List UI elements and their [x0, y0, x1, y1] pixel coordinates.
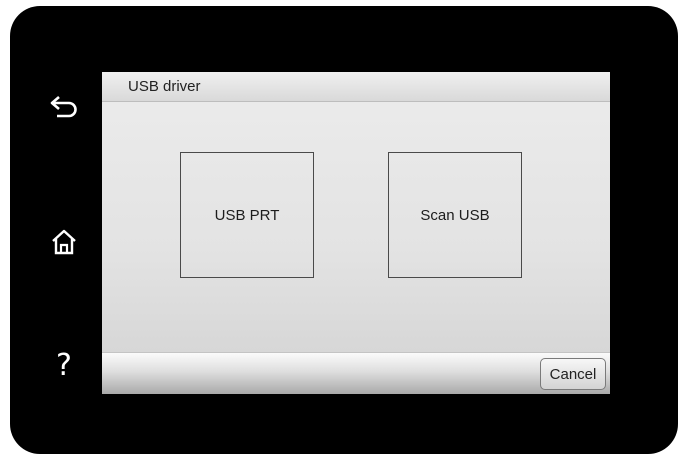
screen-header: USB driver — [102, 72, 610, 102]
question-mark-icon: ? — [56, 348, 72, 383]
usb-prt-label: USB PRT — [214, 206, 280, 224]
back-button[interactable] — [38, 82, 90, 134]
scan-usb-label: Scan USB — [420, 206, 490, 224]
screen-title: USB driver — [128, 78, 201, 95]
home-icon — [51, 229, 77, 255]
usb-prt-button[interactable]: USB PRT — [180, 152, 314, 278]
help-button[interactable]: ? — [38, 340, 90, 392]
cancel-button[interactable]: Cancel — [540, 358, 606, 390]
home-button[interactable] — [38, 216, 90, 268]
back-arrow-icon — [49, 96, 79, 120]
scan-usb-button[interactable]: Scan USB — [388, 152, 522, 278]
screen-footer: Cancel — [102, 352, 610, 394]
touch-screen: USB driver USB PRT Scan USB Cancel — [102, 72, 610, 394]
